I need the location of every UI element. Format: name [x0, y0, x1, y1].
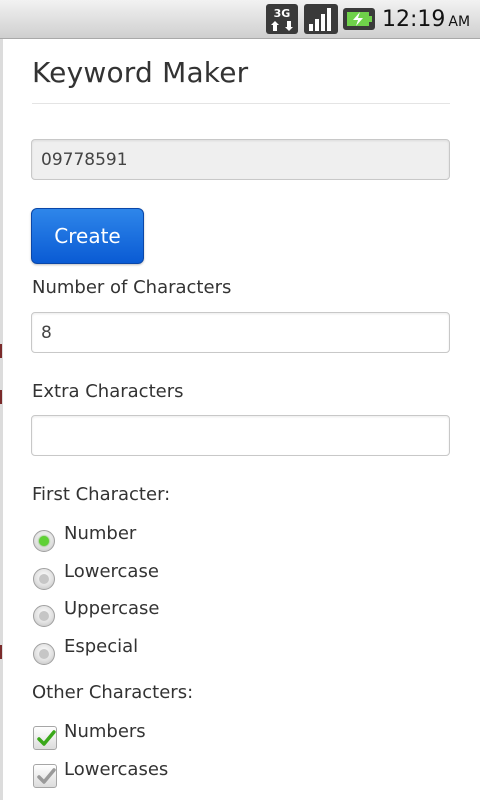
- svg-text:3G: 3G: [274, 7, 291, 20]
- other-chars-label: Other Characters:: [32, 682, 194, 703]
- option-label: Especial: [64, 636, 139, 657]
- clock: 12:19 AM: [382, 5, 470, 35]
- option-label: Uppercase: [64, 598, 160, 619]
- radio-dot: [39, 649, 49, 659]
- extra-chars-label: Extra Characters: [32, 381, 184, 402]
- radio-button[interactable]: [33, 605, 55, 627]
- title-divider: [32, 103, 450, 104]
- option-label: Numbers: [64, 721, 146, 742]
- checkbox[interactable]: [33, 726, 57, 750]
- checkbox[interactable]: [33, 764, 57, 788]
- status-bar: 3G 12:19 AM: [0, 0, 480, 39]
- radio-dot: [39, 574, 49, 584]
- edge-marker: [0, 390, 2, 404]
- edge-marker: [0, 645, 2, 659]
- clock-time: 12:19: [382, 7, 446, 32]
- signal-icon: [304, 4, 338, 34]
- num-chars-label: Number of Characters: [32, 277, 232, 298]
- option-label: Lowercase: [64, 561, 159, 582]
- checkmark-gray-icon: [37, 768, 56, 784]
- radio-button[interactable]: [33, 643, 55, 665]
- num-chars-input[interactable]: [31, 312, 450, 353]
- extra-chars-input[interactable]: [31, 415, 450, 456]
- radio-dot: [39, 611, 49, 621]
- first-char-label: First Character:: [32, 484, 171, 505]
- generated-keyword-field[interactable]: [31, 139, 450, 180]
- radio-selected-dot: [39, 536, 49, 546]
- option-label: Lowercases: [64, 759, 169, 780]
- create-button[interactable]: Create: [31, 208, 144, 264]
- option-label: Number: [64, 523, 137, 544]
- page-title: Keyword Maker: [32, 56, 249, 89]
- radio-button[interactable]: [33, 568, 55, 590]
- checkmark-green-icon: [37, 730, 56, 746]
- battery-charging-icon: [343, 8, 375, 30]
- clock-ampm: AM: [448, 14, 471, 30]
- 3g-data-icon: 3G: [266, 4, 298, 34]
- radio-button[interactable]: [33, 530, 55, 552]
- edge-marker: [0, 344, 2, 358]
